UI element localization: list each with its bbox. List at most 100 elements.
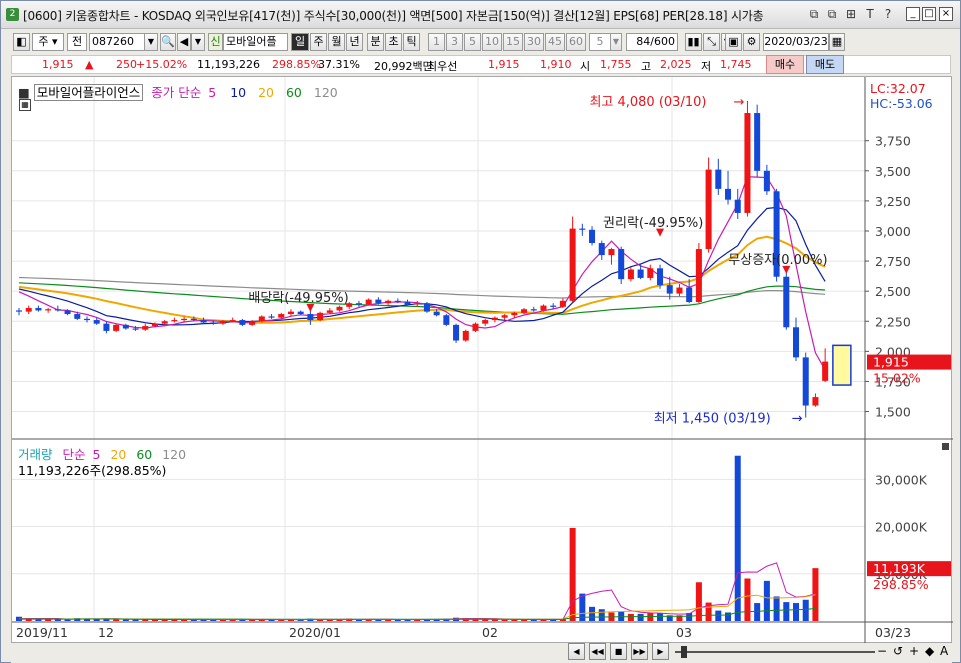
candle-body bbox=[365, 299, 372, 305]
candle-body bbox=[142, 326, 149, 330]
sound-icon[interactable]: ◀ bbox=[177, 33, 191, 51]
minimize-button[interactable]: _ bbox=[906, 7, 920, 21]
volume-bar bbox=[773, 596, 780, 621]
calendar-icon[interactable]: ▦ bbox=[829, 33, 845, 51]
interval-45-button[interactable]: 45 bbox=[545, 33, 565, 51]
volume-tick-label: 20,000K bbox=[875, 520, 928, 535]
stop-icon[interactable]: ■ bbox=[610, 643, 627, 660]
candle-body bbox=[598, 243, 605, 256]
layout-icon[interactable]: ◧ bbox=[13, 33, 30, 51]
search-icon[interactable]: 🔍 bbox=[160, 33, 176, 51]
scroll-last-icon[interactable]: ▶ bbox=[652, 643, 669, 660]
volume-bar bbox=[715, 610, 722, 621]
event-annotation: 배당락(-49.95%) bbox=[248, 291, 348, 306]
interval-input[interactable]: 5 bbox=[589, 33, 611, 51]
period-month-button[interactable]: 월 bbox=[328, 33, 345, 51]
current-pct-label: 15.02% bbox=[873, 371, 921, 386]
candle-body bbox=[491, 317, 498, 321]
candle-body bbox=[540, 305, 547, 311]
candle-body bbox=[83, 318, 90, 321]
prev-select[interactable]: 전 bbox=[67, 33, 87, 51]
interval-15-button[interactable]: 15 bbox=[503, 33, 523, 51]
close-button[interactable]: × bbox=[939, 7, 953, 21]
zoom-slider-track[interactable] bbox=[675, 651, 875, 653]
candle-body bbox=[715, 169, 722, 189]
zoom-slider-handle[interactable] bbox=[681, 646, 687, 658]
candle-body bbox=[559, 300, 566, 307]
candle-body bbox=[627, 269, 634, 280]
current-volume-label: 11,193K bbox=[873, 561, 926, 576]
sell-button[interactable]: 매도 bbox=[806, 55, 844, 74]
event-annotation: 무상증자(0.00%) bbox=[728, 253, 827, 268]
help-icon[interactable]: ? bbox=[881, 6, 895, 22]
event-marker-icon bbox=[656, 228, 665, 237]
cascade-icon[interactable]: ⧉ bbox=[807, 6, 821, 22]
interval-dropdown-icon[interactable]: ▼ bbox=[610, 33, 622, 51]
volume-bar bbox=[763, 580, 770, 621]
save-icon[interactable]: ▣ bbox=[725, 33, 742, 51]
period-second-button[interactable]: 초 bbox=[385, 33, 402, 51]
high-annotation: 최고 4,080 (03/10) bbox=[589, 95, 706, 110]
candle-body bbox=[482, 320, 489, 324]
stock-label: 모바일어플라이언스 bbox=[33, 84, 144, 101]
price-legend: ■ 모바일어플라이언스 종가 단순 5 10 20 60 120 bbox=[18, 82, 338, 101]
interval-3-button[interactable]: 3 bbox=[446, 33, 463, 51]
volume-bar bbox=[754, 603, 761, 621]
candle-body bbox=[550, 305, 557, 307]
volume-bar bbox=[113, 619, 120, 621]
link-icon[interactable]: ⧉ bbox=[825, 6, 839, 22]
candle-body bbox=[278, 314, 285, 318]
chart-area[interactable]: 3,750 3,500 3,250 3,000 2,750 2,500 2,250 2,000… bbox=[11, 76, 953, 644]
settings-icon[interactable]: ⚙ bbox=[743, 33, 760, 51]
period-year-button[interactable]: 년 bbox=[346, 33, 363, 51]
market-select[interactable]: 주 ▾ bbox=[32, 33, 64, 51]
hc-value: HC:-53.06 bbox=[870, 96, 933, 111]
chart-toggle-icon[interactable]: ◆ bbox=[925, 644, 934, 658]
interval-1-button[interactable]: 1 bbox=[428, 33, 445, 51]
period-week-button[interactable]: 주 bbox=[310, 33, 327, 51]
candle-body bbox=[657, 268, 664, 286]
sound-dropdown-icon[interactable]: ▼ bbox=[191, 33, 205, 51]
buy-button[interactable]: 매수 bbox=[766, 55, 804, 74]
table-icon[interactable]: ▦ bbox=[19, 99, 31, 111]
grid-icon[interactable]: ⊞ bbox=[844, 6, 858, 22]
date-input[interactable]: 2020/03/23 bbox=[763, 33, 829, 51]
interval-30-button[interactable]: 30 bbox=[524, 33, 544, 51]
data-count-input[interactable]: 84/600 bbox=[626, 33, 678, 51]
period-day-button[interactable]: 일 bbox=[291, 33, 309, 51]
zoom-in-icon[interactable]: + bbox=[909, 644, 919, 658]
candle-body bbox=[453, 324, 460, 341]
candle-body bbox=[637, 269, 644, 278]
zoom-out-icon[interactable]: − bbox=[877, 644, 887, 658]
scroll-forward-icon[interactable]: ▶▶ bbox=[631, 643, 648, 660]
navigation-bar: ◀ ◀◀ ■ ▶▶ ▶ − ↺ + ◆ A bbox=[11, 643, 952, 663]
text-size-icon[interactable]: A bbox=[940, 644, 948, 658]
x-axis-right-label: 03/23 bbox=[875, 625, 911, 640]
candle-type-icon[interactable]: ▮▮ bbox=[685, 33, 702, 51]
maximize-button[interactable]: □ bbox=[922, 7, 936, 21]
zoom-reset-icon[interactable]: ↺ bbox=[893, 644, 903, 658]
low-arrow-icon: → bbox=[792, 412, 803, 427]
period-tick-button[interactable]: 틱 bbox=[403, 33, 420, 51]
candle-body bbox=[219, 321, 226, 324]
interval-60-button[interactable]: 60 bbox=[566, 33, 586, 51]
scroll-first-icon[interactable]: ◀ bbox=[568, 643, 585, 660]
code-dropdown-icon[interactable]: ▼ bbox=[144, 33, 158, 51]
period-minute-button[interactable]: 분 bbox=[367, 33, 384, 51]
stock-code-input[interactable]: 087260 bbox=[89, 33, 145, 51]
interval-10-button[interactable]: 10 bbox=[482, 33, 502, 51]
candle-body bbox=[433, 311, 440, 316]
chart-canvas[interactable]: 3,7503,5003,2503,0002,7502,5002,2502,000… bbox=[12, 77, 953, 644]
new-badge: 신 bbox=[208, 33, 223, 51]
volume-bar bbox=[725, 612, 732, 621]
candle-body bbox=[763, 170, 770, 192]
candle-body bbox=[258, 316, 265, 322]
interval-5-button[interactable]: 5 bbox=[464, 33, 481, 51]
best-quote-label: 최우선 bbox=[427, 60, 458, 73]
candle-body bbox=[45, 309, 52, 311]
candle-body bbox=[122, 324, 129, 329]
draw-tool-icon[interactable]: ⤡ bbox=[703, 33, 720, 51]
scroll-back-icon[interactable]: ◀◀ bbox=[589, 643, 606, 660]
font-icon[interactable]: T bbox=[863, 6, 877, 22]
candle-body bbox=[297, 311, 304, 315]
